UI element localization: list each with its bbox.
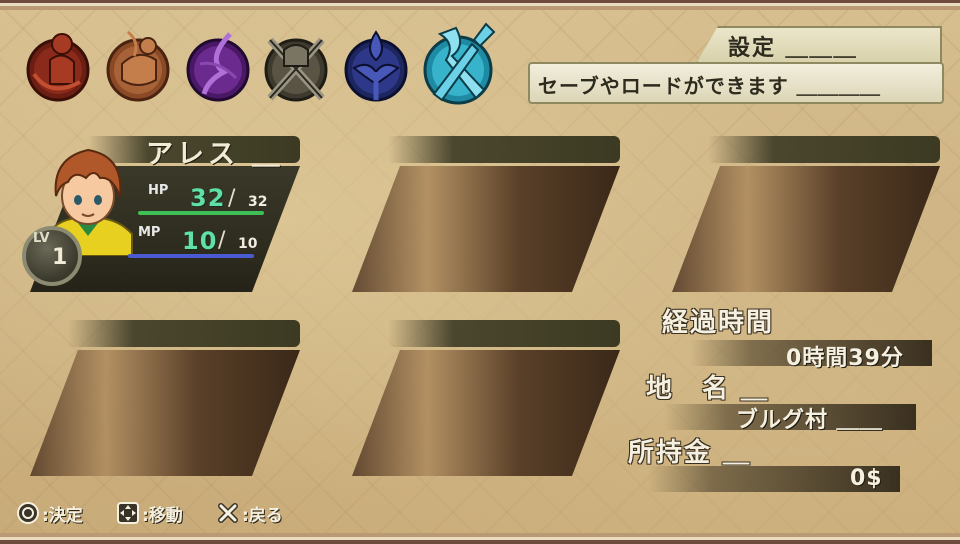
level-value: 1 bbox=[52, 245, 68, 270]
location-value: ブルグ村 ＿＿ bbox=[736, 408, 883, 433]
party-slot-3-tab bbox=[708, 136, 940, 163]
elapsed-time-value: 0時間39分 bbox=[786, 346, 904, 371]
mp-bar-fill bbox=[128, 254, 254, 258]
location-label: 地 名 ＿ bbox=[646, 374, 770, 404]
settings-menu-icon[interactable] bbox=[416, 14, 500, 110]
party-slot-2[interactable] bbox=[352, 166, 620, 292]
party-slot-3[interactable] bbox=[672, 166, 940, 292]
menu-title: 設定 ＿＿＿ bbox=[728, 36, 858, 61]
gold-label: 所持金 ＿ bbox=[628, 438, 752, 468]
mp-label: MP bbox=[138, 225, 161, 240]
confirm-hint: :決定 bbox=[16, 500, 83, 526]
party-slot-4-tab bbox=[68, 320, 300, 347]
elapsed-time-label: 経過時間 bbox=[662, 308, 775, 338]
save-menu-screen: 設定 ＿＿＿ セーブやロードができます ＿＿＿＿ アレス ＿ HP 32 / 3… bbox=[0, 0, 960, 544]
tactics-menu-icon[interactable] bbox=[338, 20, 414, 106]
move-hint-label: :移動 bbox=[142, 505, 183, 526]
hp-current: 32 bbox=[190, 184, 226, 212]
character-name: アレス ＿ bbox=[146, 139, 284, 170]
party-slot-5[interactable] bbox=[352, 350, 620, 476]
mp-separator: / bbox=[218, 228, 226, 253]
mp-max: 10 bbox=[238, 236, 258, 252]
dpad-icon bbox=[117, 502, 139, 524]
party-slot-4[interactable] bbox=[30, 350, 300, 476]
status-menu-icon[interactable] bbox=[20, 20, 96, 106]
hp-max: 32 bbox=[248, 194, 268, 210]
mp-current: 10 bbox=[182, 227, 218, 255]
bottom-border bbox=[0, 533, 960, 544]
equipment-menu-icon[interactable] bbox=[258, 20, 334, 106]
confirm-hint-label: :決定 bbox=[42, 505, 83, 526]
hp-separator: / bbox=[228, 186, 236, 211]
gold-value: 0$ bbox=[850, 466, 883, 491]
hp-bar-fill bbox=[138, 211, 264, 215]
magic-menu-icon[interactable] bbox=[180, 20, 256, 106]
top-border bbox=[0, 0, 960, 10]
party-slot-2-tab bbox=[388, 136, 620, 163]
level-label: LV bbox=[33, 231, 50, 246]
back-hint: :戻る bbox=[216, 500, 283, 526]
party-slot-5-tab bbox=[388, 320, 620, 347]
menu-description: セーブやロードができます ＿＿＿＿ bbox=[538, 74, 881, 98]
items-menu-icon[interactable] bbox=[100, 20, 176, 106]
circle-button-icon bbox=[17, 502, 39, 524]
hp-label: HP bbox=[148, 183, 169, 198]
move-hint: :移動 bbox=[116, 500, 183, 526]
cross-button-icon bbox=[218, 503, 238, 523]
back-hint-label: :戻る bbox=[242, 505, 283, 526]
